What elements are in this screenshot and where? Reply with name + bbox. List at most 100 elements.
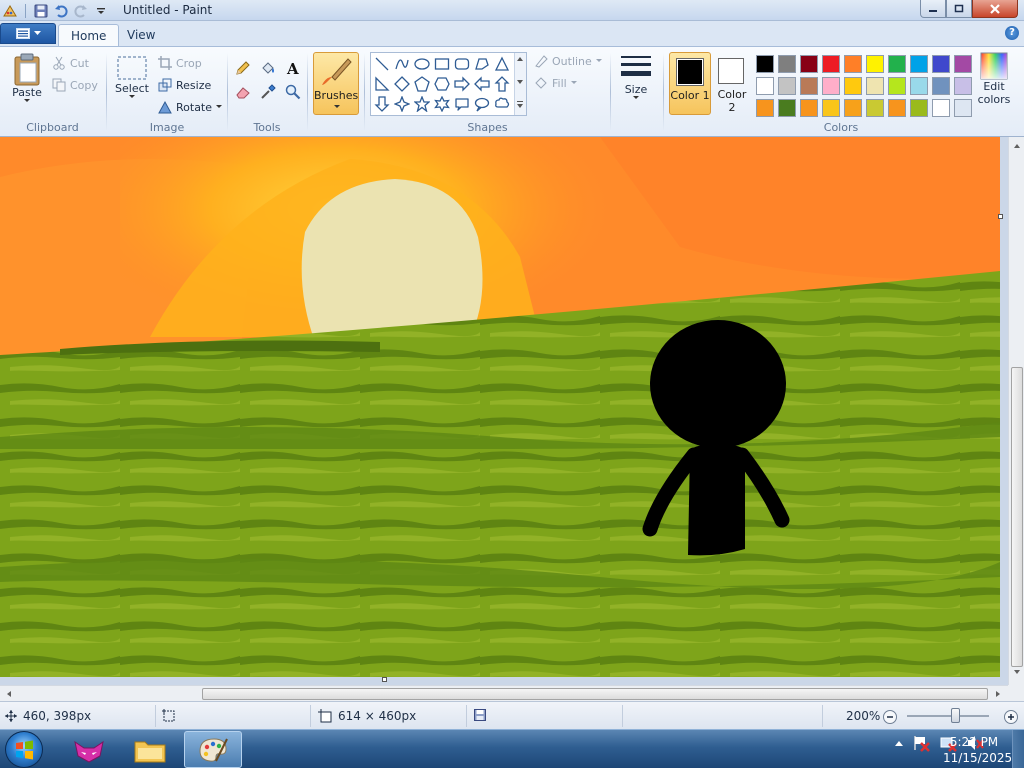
color-picker-icon[interactable] bbox=[257, 81, 279, 103]
oval-shape-icon[interactable] bbox=[412, 54, 432, 74]
rotate-icon bbox=[158, 100, 172, 114]
shapes-scrollbar[interactable] bbox=[514, 53, 526, 115]
cut-button[interactable]: Cut bbox=[52, 56, 89, 70]
rotate-label: Rotate bbox=[176, 100, 213, 114]
eraser-icon[interactable] bbox=[232, 81, 254, 103]
scissors-icon bbox=[53, 56, 65, 70]
size-label: Size bbox=[624, 83, 648, 96]
customize-qat-icon[interactable] bbox=[93, 3, 109, 19]
oval-callout-shape-icon[interactable] bbox=[472, 94, 492, 114]
pencil-icon[interactable] bbox=[232, 57, 254, 79]
up-arrow-shape-icon[interactable] bbox=[492, 74, 512, 94]
polygon-shape-icon[interactable] bbox=[472, 54, 492, 74]
clock[interactable]: 5:22 PM 11/15/2025 bbox=[943, 734, 1013, 766]
help-icon[interactable]: ? bbox=[1005, 26, 1019, 40]
resize-icon bbox=[158, 78, 172, 92]
tab-view[interactable]: View bbox=[115, 24, 167, 46]
rotate-button[interactable]: Rotate bbox=[158, 100, 223, 114]
palette-color-swatch[interactable] bbox=[930, 75, 952, 97]
four-point-star-shape-icon[interactable] bbox=[392, 94, 412, 114]
curve-shape-icon[interactable] bbox=[392, 54, 412, 74]
zoom-slider-track[interactable] bbox=[907, 715, 989, 717]
shapes-group-label: Shapes bbox=[467, 121, 508, 134]
rounded-rectangle-shape-icon[interactable] bbox=[452, 54, 472, 74]
drawing-canvas[interactable] bbox=[0, 137, 1000, 677]
five-point-star-shape-icon[interactable] bbox=[412, 94, 432, 114]
close-button[interactable] bbox=[972, 0, 1018, 18]
paste-button[interactable]: Paste bbox=[8, 52, 46, 103]
pentagon-shape-icon[interactable] bbox=[412, 74, 432, 94]
line-shape-icon[interactable] bbox=[372, 54, 392, 74]
palette-color-swatch[interactable] bbox=[930, 97, 952, 119]
color1-button[interactable]: Color 1 bbox=[669, 52, 711, 115]
fill-bucket-icon[interactable] bbox=[257, 57, 279, 79]
hexagon-shape-icon[interactable] bbox=[432, 74, 452, 94]
minimize-button[interactable] bbox=[920, 0, 946, 18]
outline-label: Outline bbox=[552, 54, 592, 68]
edit-colors-label: Edit colors bbox=[977, 80, 1011, 106]
save-icon[interactable] bbox=[33, 3, 49, 19]
fill-button[interactable]: Fill bbox=[534, 76, 577, 90]
tab-home[interactable]: Home bbox=[58, 24, 120, 46]
start-button[interactable] bbox=[5, 731, 43, 768]
color2-button[interactable]: Color 2 bbox=[714, 52, 750, 115]
size-button[interactable]: Size bbox=[616, 53, 656, 100]
clock-date: 11/15/2025 bbox=[943, 751, 1013, 765]
taskbar-file-explorer[interactable] bbox=[121, 731, 179, 768]
taskbar-app-pinned[interactable] bbox=[60, 731, 118, 768]
diamond-shape-icon[interactable] bbox=[392, 74, 412, 94]
maximize-button[interactable] bbox=[946, 0, 972, 18]
palette-color-swatch[interactable] bbox=[952, 97, 974, 119]
palette-color-swatch[interactable] bbox=[952, 75, 974, 97]
magnifier-icon[interactable] bbox=[282, 81, 304, 103]
palette-color-swatch[interactable] bbox=[930, 53, 952, 75]
paint-app-icon[interactable] bbox=[2, 3, 18, 19]
cloud-callout-shape-icon[interactable] bbox=[492, 94, 512, 114]
canvas-area[interactable] bbox=[0, 137, 1008, 685]
zoom-slider-thumb[interactable] bbox=[951, 708, 960, 723]
paint-menu-button[interactable] bbox=[0, 23, 56, 44]
zoom-out-button[interactable] bbox=[883, 710, 897, 724]
palette-color-swatch[interactable] bbox=[952, 53, 974, 75]
brushes-button[interactable]: Brushes bbox=[313, 52, 359, 115]
chevron-down-icon bbox=[24, 99, 30, 102]
action-center-icon[interactable] bbox=[912, 734, 930, 752]
canvas-size-icon bbox=[318, 709, 332, 723]
horizontal-scroll-thumb[interactable] bbox=[202, 688, 988, 700]
horizontal-scrollbar[interactable] bbox=[0, 685, 1008, 701]
tools-grid: A bbox=[232, 57, 304, 103]
outline-button[interactable]: Outline bbox=[534, 54, 602, 68]
text-icon[interactable]: A bbox=[282, 57, 304, 79]
show-desktop-button[interactable] bbox=[1012, 730, 1024, 768]
canvas-resize-handle[interactable] bbox=[998, 214, 1003, 219]
undo-icon[interactable] bbox=[53, 3, 69, 19]
file-size bbox=[474, 709, 486, 721]
palette-color-fill bbox=[932, 55, 950, 73]
rounded-callout-shape-icon[interactable] bbox=[452, 94, 472, 114]
brushes-label: Brushes bbox=[314, 89, 359, 102]
six-point-star-shape-icon[interactable] bbox=[432, 94, 452, 114]
redo-icon[interactable] bbox=[73, 3, 89, 19]
paint-palette-icon bbox=[199, 737, 228, 762]
vertical-scroll-thumb[interactable] bbox=[1011, 367, 1023, 667]
chevron-down-icon bbox=[633, 96, 639, 99]
right-arrow-shape-icon[interactable] bbox=[452, 74, 472, 94]
select-button[interactable]: Select bbox=[112, 54, 152, 99]
colors-group: Colors bbox=[750, 50, 932, 136]
crop-button[interactable]: Crop bbox=[158, 56, 202, 70]
zoom-in-button[interactable] bbox=[1004, 710, 1018, 724]
left-arrow-shape-icon[interactable] bbox=[472, 74, 492, 94]
canvas-resize-handle[interactable] bbox=[382, 677, 387, 682]
resize-button[interactable]: Resize bbox=[158, 78, 211, 92]
triangle-shape-icon[interactable] bbox=[492, 54, 512, 74]
taskbar-paint[interactable] bbox=[184, 731, 242, 768]
edit-colors-button[interactable]: Edit colors bbox=[976, 52, 1012, 106]
rectangle-shape-icon[interactable] bbox=[432, 54, 452, 74]
vertical-scrollbar[interactable] bbox=[1008, 137, 1024, 685]
window-title: Untitled - Paint bbox=[123, 3, 213, 17]
right-triangle-shape-icon[interactable] bbox=[372, 74, 392, 94]
resize-label: Resize bbox=[176, 78, 212, 92]
show-hidden-icons-icon[interactable] bbox=[895, 740, 903, 746]
copy-button[interactable]: Copy bbox=[52, 78, 98, 92]
down-arrow-shape-icon[interactable] bbox=[372, 94, 392, 114]
